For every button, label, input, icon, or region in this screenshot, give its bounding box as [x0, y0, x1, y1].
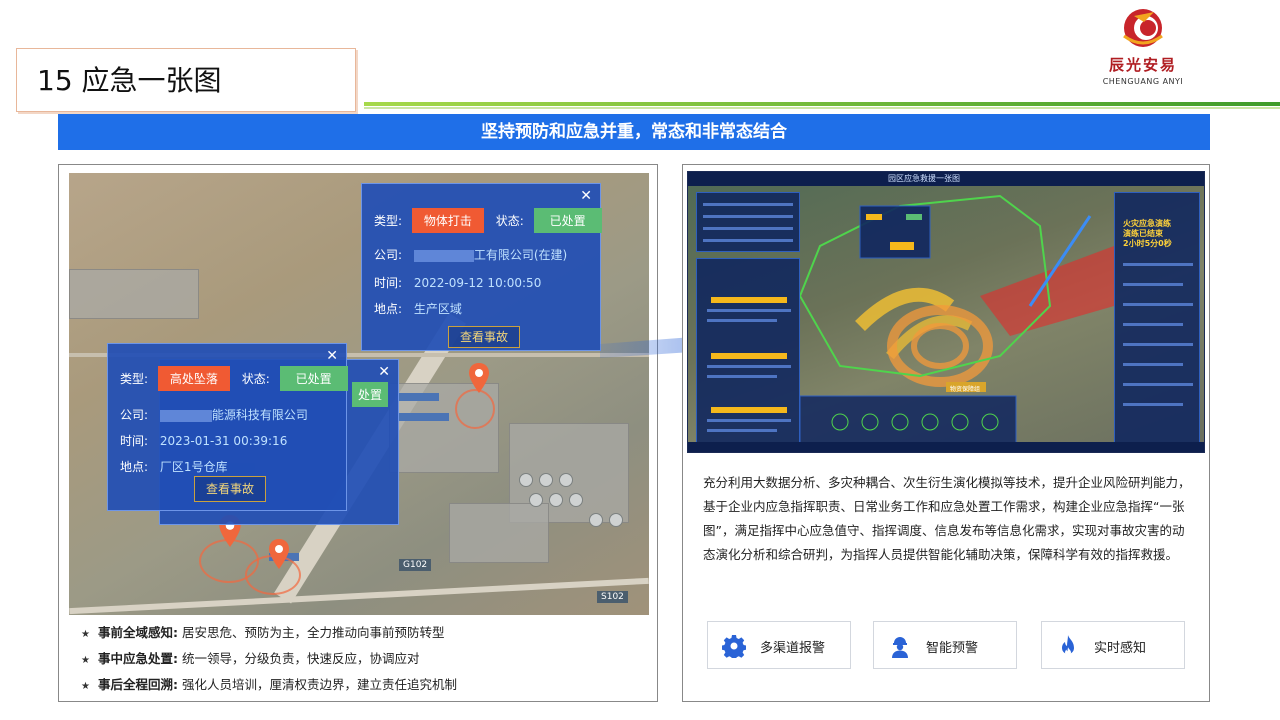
incident-map[interactable]: G102 S102 ✕ 处置 ✕ 类型: 物体打击 状态: 已处置 公司: 工有… [69, 173, 649, 615]
close-icon[interactable]: ✕ [580, 188, 592, 204]
left-panel: G102 S102 ✕ 处置 ✕ 类型: 物体打击 状态: 已处置 公司: 工有… [58, 164, 658, 702]
time-label: 时间: [120, 434, 149, 448]
close-icon[interactable]: ✕ [326, 348, 338, 364]
dashboard-map-overlay [800, 194, 1114, 448]
location-label: 地点: [374, 302, 403, 316]
feature-label: 智能预警 [926, 641, 979, 656]
map-tank [559, 473, 573, 487]
view-accident-button[interactable]: 查看事故 [448, 326, 520, 348]
feature-label: 实时感知 [1094, 641, 1147, 656]
map-tank [589, 513, 603, 527]
dashboard-panel [696, 192, 800, 252]
logo-emblem-icon [1123, 9, 1163, 47]
type-badge: 物体打击 [411, 208, 484, 233]
company-logo: 辰光安易 CHENGUANG ANYI [1098, 6, 1188, 94]
road-label-s102: S102 [597, 591, 628, 603]
redacted-mask [413, 249, 474, 262]
close-icon[interactable]: ✕ [378, 364, 390, 380]
list-item: ★ 事后全程回溯: 强化人员培训，厘清权责边界，建立责任追究机制 [81, 677, 457, 692]
incident-ring [455, 389, 495, 429]
incident-popup-1: ✕ 类型: 物体打击 状态: 已处置 公司: 工有限公司(在建) 时间: 202… [361, 183, 602, 351]
dashboard-topbar: 园区应急救援一张图 [688, 172, 1204, 186]
star-icon: ★ [81, 681, 90, 692]
road-label-g102: G102 [399, 559, 432, 571]
header-divider [364, 102, 1280, 106]
map-tank [529, 493, 543, 507]
company-value: 能源科技有限公司 [211, 408, 308, 422]
location-value: 生产区域 [413, 302, 462, 316]
page-title: 15 应急一张图 [37, 64, 222, 97]
feature-multi-channel-alarm: 多渠道报警 [707, 621, 851, 669]
feature-real-time-sensing: 实时感知 [1041, 621, 1185, 669]
drill-status: 火灾应急演练 演练已结束 2小时5分0秒 [1123, 219, 1172, 248]
feature-label: 多渠道报警 [760, 641, 826, 656]
map-tank [549, 493, 563, 507]
dashboard-title: 园区应急救援一张图 [888, 174, 960, 183]
right-panel: 园区应急救援一张图 火灾应急演练 演练已结束 2小时5分0秒 物资保障组 充分利… [682, 164, 1210, 702]
map-road [69, 577, 649, 615]
logo-name-en: CHENGUANG ANYI [1102, 77, 1184, 86]
dashboard-panel [696, 258, 800, 448]
location-value: 厂区1号仓库 [159, 460, 228, 474]
map-tank [609, 513, 623, 527]
time-value: 2022-09-12 10:00:50 [413, 276, 542, 290]
star-icon: ★ [81, 629, 90, 640]
map-tank [539, 473, 553, 487]
list-item: ★ 事中应急处置: 统一领导，分级负责，快速反应，协调应对 [81, 651, 420, 666]
location-pin-icon[interactable] [469, 363, 489, 393]
map-building [69, 269, 199, 319]
worker-icon [892, 637, 908, 658]
status-label: 状态: [241, 372, 270, 386]
status-badge: 已处置 [279, 366, 348, 391]
logo-name-cn: 辰光安易 [1108, 56, 1177, 74]
status-label: 状态: [495, 214, 524, 228]
view-accident-button[interactable]: 查看事故 [194, 476, 266, 502]
header-divider-thin [364, 107, 1280, 109]
status-badge: 已处置 [533, 208, 602, 233]
company-label: 公司: [120, 408, 149, 422]
map-tank [519, 473, 533, 487]
page-title-box: 15 应急一张图 [16, 48, 356, 112]
solution-description: 充分利用大数据分析、多灾种耦合、次生衍生演化模拟等技术，提升企业风险研判能力，基… [703, 475, 1191, 562]
feature-smart-warning: 智能预警 [873, 621, 1017, 669]
zone-label: 物资保障组 [950, 386, 981, 393]
type-label: 类型: [374, 214, 403, 228]
map-tank [569, 493, 583, 507]
command-dashboard-screenshot: 园区应急救援一张图 火灾应急演练 演练已结束 2小时5分0秒 物资保障组 [687, 171, 1205, 453]
gear-icon [722, 635, 746, 658]
location-pin-icon[interactable] [269, 539, 289, 569]
map-roof [399, 413, 449, 421]
company-value: 工有限公司(在建) [473, 248, 568, 262]
incident-popup-2: ✕ 类型: 高处坠落 状态: 已处置 公司: 能源科技有限公司 时间: 2023… [107, 343, 348, 511]
dashboard-statusbar [688, 442, 1204, 452]
type-label: 类型: [120, 372, 149, 386]
dashboard-panel: 火灾应急演练 演练已结束 2小时5分0秒 [1114, 192, 1200, 448]
time-label: 时间: [374, 276, 403, 290]
map-roof [399, 393, 439, 401]
map-building [449, 503, 549, 563]
slogan-banner: 坚持预防和应急并重，常态和非常态结合 [58, 114, 1210, 150]
flame-icon [1062, 635, 1074, 656]
list-item: ★ 事前全域感知: 居安思危、预防为主，全力推动向事前预防转型 [81, 625, 445, 640]
star-icon: ★ [81, 655, 90, 666]
company-label: 公司: [374, 248, 403, 262]
status-badge: 处置 [352, 382, 389, 407]
redacted-mask [159, 409, 212, 422]
type-badge: 高处坠落 [157, 366, 230, 391]
location-label: 地点: [120, 460, 149, 474]
phase-list: ★ 事前全域感知: 居安思危、预防为主，全力推动向事前预防转型 ★ 事中应急处置: … [81, 621, 457, 699]
time-value: 2023-01-31 00:39:16 [159, 434, 288, 448]
